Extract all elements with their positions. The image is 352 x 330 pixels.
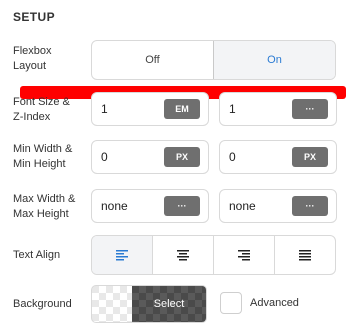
min-size-label-line1: Min Width & xyxy=(13,143,73,155)
background-picker[interactable]: Select xyxy=(91,285,207,323)
align-center-icon xyxy=(177,250,189,261)
font-size-label-line2: Z-Index xyxy=(13,111,51,123)
flexbox-label-line2: Layout xyxy=(13,60,47,72)
font-size-unit-button[interactable]: EM xyxy=(164,99,200,119)
flexbox-label-line1: Flexbox xyxy=(13,45,52,57)
min-height-value[interactable]: 0 xyxy=(229,141,236,173)
flexbox-off-option[interactable]: Off xyxy=(92,41,213,79)
background-label: Background xyxy=(13,298,72,310)
advanced-label: Advanced xyxy=(250,297,299,309)
align-right-button[interactable] xyxy=(213,236,274,274)
align-justify-icon xyxy=(299,250,311,261)
text-align-group xyxy=(91,235,336,275)
align-left-icon xyxy=(116,250,128,261)
max-width-value[interactable]: none xyxy=(101,190,128,222)
font-size-label: Font Size & Z-Index xyxy=(13,95,70,125)
max-height-field[interactable]: none ··· xyxy=(219,189,337,223)
background-select-button[interactable]: Select xyxy=(132,286,206,322)
font-size-label-line1: Font Size & xyxy=(13,96,70,108)
min-width-unit-button[interactable]: PX xyxy=(164,147,200,167)
max-size-label-line2: Max Height xyxy=(13,208,69,220)
max-size-label-line1: Max Width & xyxy=(13,193,76,205)
align-right-icon xyxy=(238,250,250,261)
max-size-label: Max Width & Max Height xyxy=(13,192,75,222)
align-justify-button[interactable] xyxy=(274,236,335,274)
min-height-field[interactable]: 0 PX xyxy=(219,140,337,174)
min-width-field[interactable]: 0 PX xyxy=(91,140,209,174)
max-width-more-button[interactable]: ··· xyxy=(164,196,200,216)
min-size-label: Min Width & Min Height xyxy=(13,142,72,172)
max-width-field[interactable]: none ··· xyxy=(91,189,209,223)
z-index-value[interactable]: 1 xyxy=(229,93,236,125)
min-width-value[interactable]: 0 xyxy=(101,141,108,173)
flexbox-layout-label: Flexbox Layout xyxy=(13,44,52,74)
font-size-field[interactable]: 1 EM xyxy=(91,92,209,126)
max-height-more-button[interactable]: ··· xyxy=(292,196,328,216)
font-size-value[interactable]: 1 xyxy=(101,93,108,125)
flexbox-toggle: Off On xyxy=(91,40,336,80)
max-height-value[interactable]: none xyxy=(229,190,256,222)
z-index-field[interactable]: 1 ··· xyxy=(219,92,337,126)
text-align-label: Text Align xyxy=(13,249,61,261)
section-title: SETUP xyxy=(13,10,56,24)
flexbox-on-option[interactable]: On xyxy=(213,41,335,79)
z-index-more-button[interactable]: ··· xyxy=(292,99,328,119)
advanced-checkbox[interactable] xyxy=(220,292,242,314)
min-height-unit-button[interactable]: PX xyxy=(292,147,328,167)
min-size-label-line2: Min Height xyxy=(13,158,66,170)
align-left-button[interactable] xyxy=(92,236,152,274)
align-center-button[interactable] xyxy=(152,236,213,274)
